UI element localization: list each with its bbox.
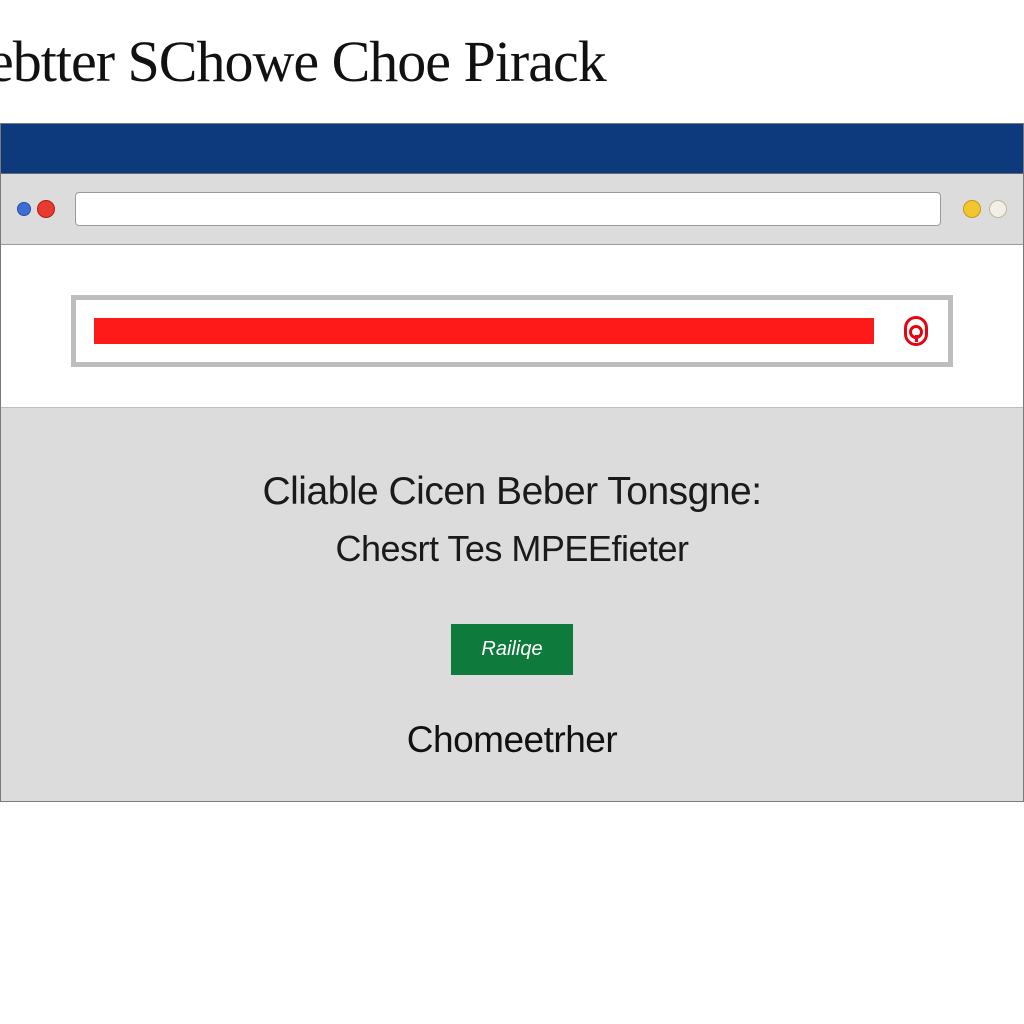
window-control-dot-blue[interactable]: [17, 202, 31, 216]
window-control-dot-yellow[interactable]: [963, 200, 981, 218]
page-title: ebtter SChowe Choe Pirack: [0, 0, 1024, 123]
window-controls-left: [17, 200, 55, 218]
address-bar[interactable]: [75, 192, 941, 226]
lock-icon: [902, 314, 930, 348]
content-heading-line2: Chesrt Tes MPEEfieter: [41, 528, 983, 570]
primary-action-button[interactable]: Railiqe: [451, 624, 572, 675]
window-control-dot-red[interactable]: [37, 200, 55, 218]
content-lower: Cliable Cicen Beber Tonsgne: Chesrt Tes …: [1, 408, 1023, 801]
content-footer-text: Chomeetrher: [41, 719, 983, 761]
browser-window: Cliable Cicen Beber Tonsgne: Chesrt Tes …: [0, 123, 1024, 802]
window-control-dot-grey[interactable]: [989, 200, 1007, 218]
browser-header-bar: [1, 124, 1023, 174]
content-heading-line1: Cliable Cicen Beber Tonsgne:: [41, 470, 983, 514]
window-controls-right: [963, 200, 1007, 218]
content-upper: [1, 245, 1023, 408]
search-field-frame: [71, 295, 953, 367]
browser-toolbar: [1, 174, 1023, 245]
search-input-filled[interactable]: [94, 318, 874, 344]
